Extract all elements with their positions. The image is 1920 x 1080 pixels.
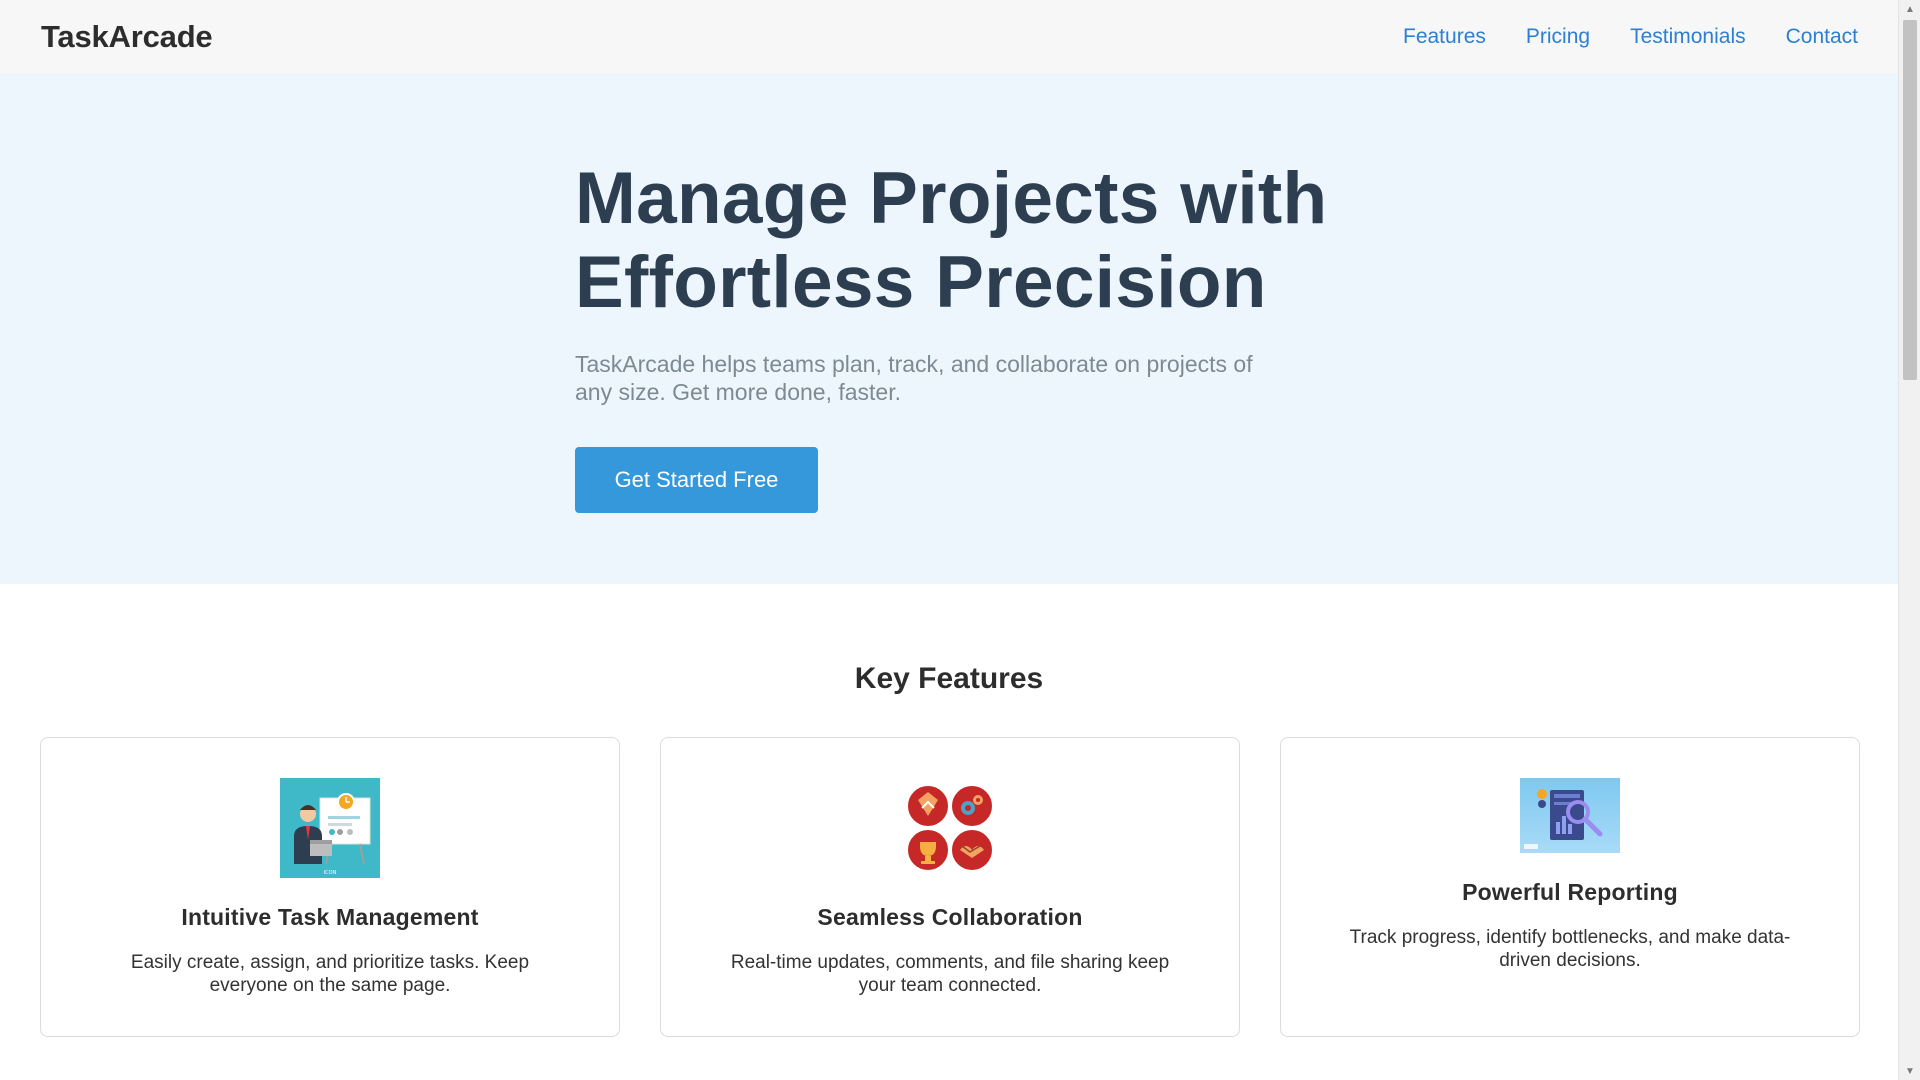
feature-card-description: Track progress, identify bottlenecks, an… <box>1349 927 1791 971</box>
hero-subtitle: TaskArcade helps teams plan, track, and … <box>575 351 1253 405</box>
hero-title-line-1: Manage Projects with <box>575 158 1328 239</box>
features-heading: Key Features <box>854 662 1044 695</box>
presentation-businessman-icon: ICON <box>280 778 380 878</box>
feature-card-title: Intuitive Task Management <box>181 904 479 930</box>
get-started-button[interactable]: Get Started Free <box>575 447 818 513</box>
hero-content: Manage Projects with Effortless Precisio… <box>575 157 1335 513</box>
feature-card-description: Real-time updates, comments, and file sh… <box>730 952 1170 996</box>
svg-text:ICON: ICON <box>324 870 337 876</box>
scroll-up-icon[interactable]: ▲ <box>1899 0 1920 18</box>
scroll-down-icon[interactable]: ▼ <box>1899 1062 1920 1080</box>
teamwork-circles-icon <box>900 778 1000 878</box>
nav-link-features[interactable]: Features <box>1403 25 1486 49</box>
nav-link-testimonials[interactable]: Testimonials <box>1630 25 1746 49</box>
feature-card-reporting: Powerful Reporting Track progress, ident… <box>1280 737 1860 1037</box>
scrollbar-thumb[interactable] <box>1903 20 1917 380</box>
main-nav: Features Pricing Testimonials Contact <box>1403 25 1858 49</box>
nav-link-pricing[interactable]: Pricing <box>1526 25 1590 49</box>
feature-card-title: Powerful Reporting <box>1462 879 1678 905</box>
feature-card-task-management: ICON Intuitive Task Management Easily cr… <box>40 737 620 1037</box>
feature-cards: ICON Intuitive Task Management Easily cr… <box>40 737 1860 1037</box>
nav-link-contact[interactable]: Contact <box>1786 25 1858 49</box>
feature-card-title: Seamless Collaboration <box>817 904 1083 930</box>
features-section: Key Features ICON Intuitive Task Managem… <box>0 584 1898 1080</box>
logo[interactable]: TaskArcade <box>41 19 213 55</box>
hero-title: Manage Projects with Effortless Precisio… <box>575 157 1335 325</box>
feature-card-description: Easily create, assign, and prioritize ta… <box>130 952 530 996</box>
feature-card-collaboration: Seamless Collaboration Real-time updates… <box>660 737 1240 1037</box>
site-header: TaskArcade Features Pricing Testimonials… <box>0 0 1898 73</box>
hero-section: Manage Projects with Effortless Precisio… <box>0 73 1898 584</box>
report-magnifier-icon <box>1520 778 1620 853</box>
vertical-scrollbar[interactable]: ▲ ▼ <box>1898 0 1920 1080</box>
hero-title-line-2: Effortless Precision <box>575 242 1267 323</box>
page: TaskArcade Features Pricing Testimonials… <box>0 0 1898 1080</box>
